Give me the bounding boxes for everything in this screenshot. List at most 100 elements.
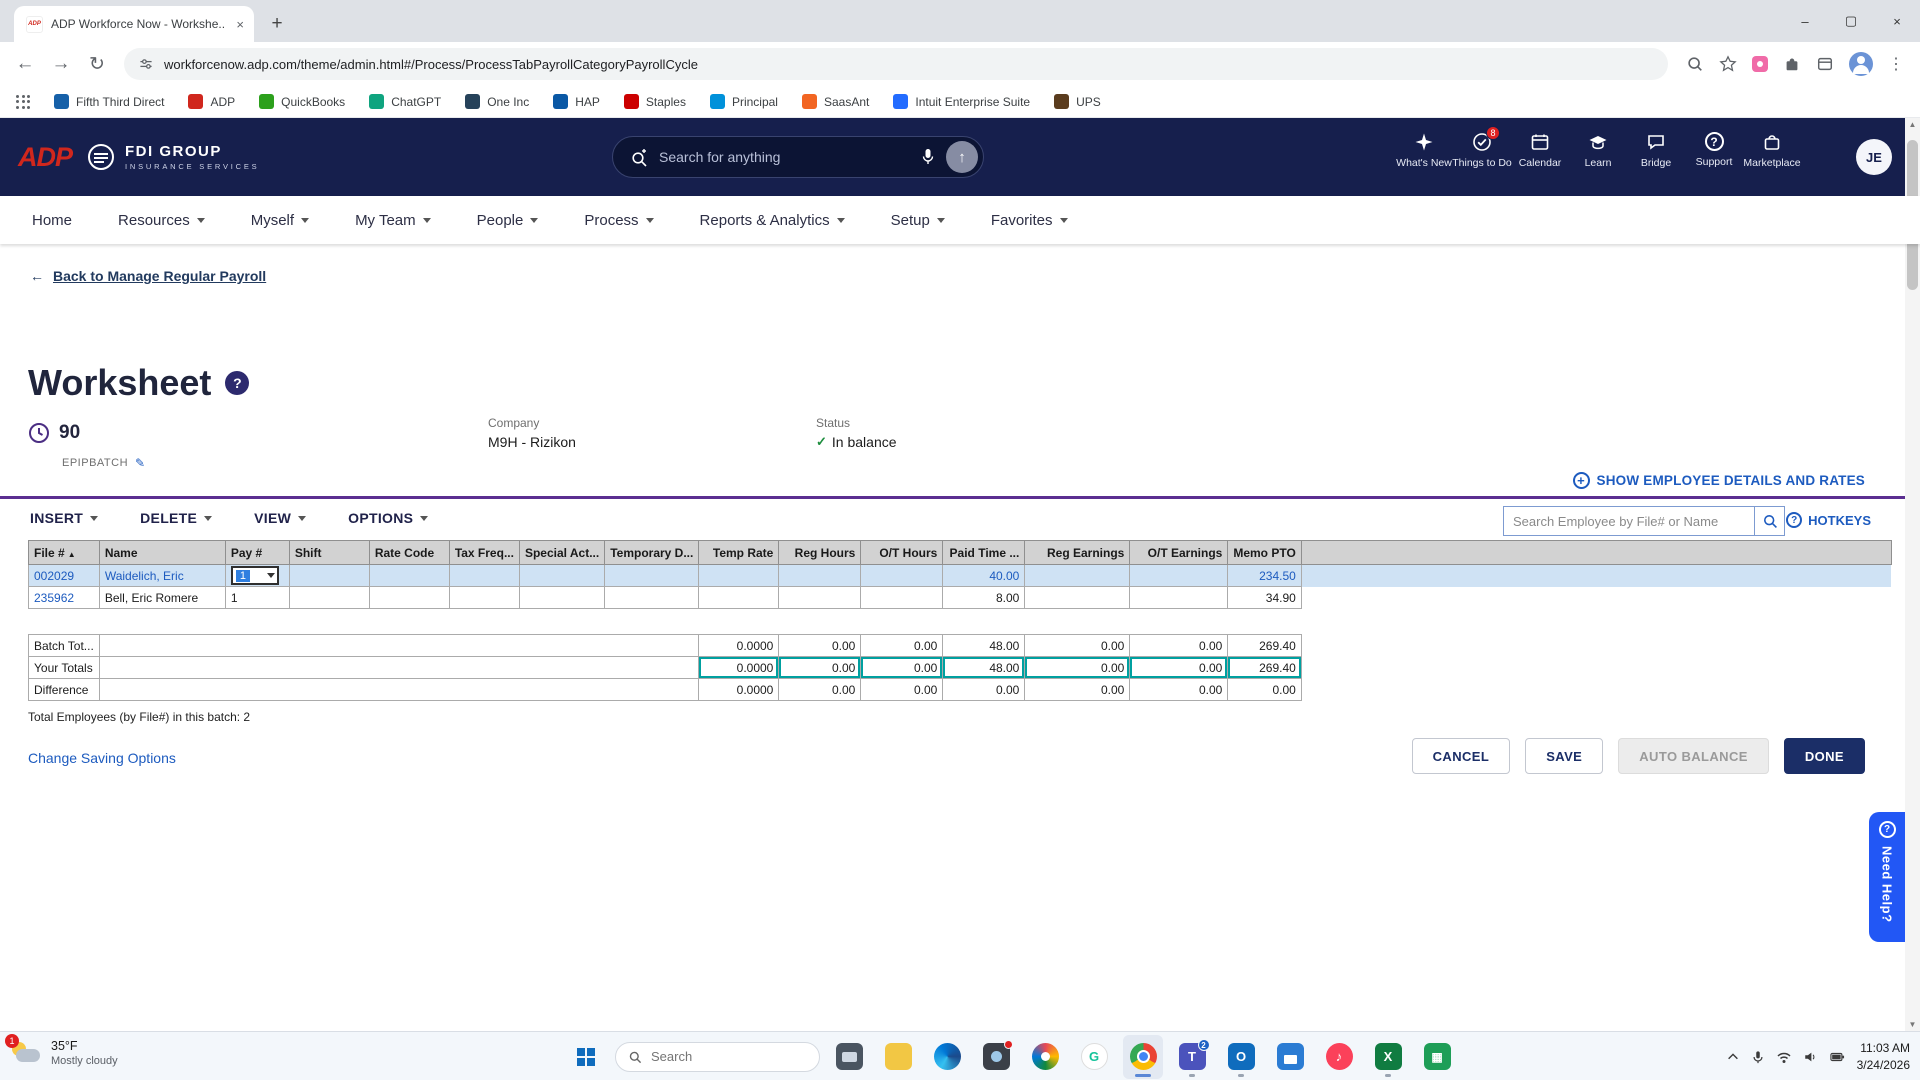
outlook-icon[interactable]: O: [1221, 1035, 1261, 1079]
nav-item-favorites[interactable]: Favorites: [991, 212, 1068, 229]
table-cell[interactable]: [605, 587, 699, 609]
need-help-tab[interactable]: ? Need Help?: [1869, 812, 1905, 942]
bookmark-item[interactable]: Staples: [624, 94, 686, 109]
column-header[interactable]: Memo PTO: [1228, 541, 1301, 565]
mic-tray-icon[interactable]: [1751, 1049, 1765, 1065]
marketplace-button[interactable]: Marketplace: [1744, 132, 1800, 169]
table-cell[interactable]: [1025, 587, 1130, 609]
table-cell[interactable]: 34.90: [1228, 587, 1301, 609]
back-to-payroll-link[interactable]: ← Back to Manage Regular Payroll: [30, 268, 266, 284]
cancel-button[interactable]: CANCEL: [1412, 738, 1511, 774]
browser-menu-icon[interactable]: ⋮: [1888, 54, 1904, 74]
nav-item-resources[interactable]: Resources: [118, 212, 205, 229]
show-employee-details-link[interactable]: + SHOW EMPLOYEE DETAILS AND RATES: [1573, 472, 1865, 489]
new-tab-button[interactable]: +: [264, 13, 290, 35]
music-app-icon[interactable]: ♪: [1319, 1035, 1359, 1079]
tab-close-icon[interactable]: ×: [234, 17, 246, 32]
bookmark-star-icon[interactable]: [1719, 55, 1737, 73]
bookmark-item[interactable]: SaasAnt: [802, 94, 869, 109]
table-cell[interactable]: [1130, 587, 1228, 609]
address-bar[interactable]: workforcenow.adp.com/theme/admin.html#/P…: [124, 48, 1668, 80]
window-close-icon[interactable]: ×: [1874, 0, 1920, 42]
table-cell[interactable]: [289, 565, 369, 587]
whats-new-button[interactable]: What's New: [1396, 132, 1452, 169]
calendar-button[interactable]: Calendar: [1512, 132, 1568, 169]
table-cell[interactable]: 234.50: [1228, 565, 1301, 587]
teams-icon[interactable]: T2: [1172, 1035, 1212, 1079]
mic-icon[interactable]: [920, 147, 936, 167]
help-icon[interactable]: ?: [225, 371, 249, 395]
edge-icon[interactable]: [927, 1035, 967, 1079]
table-cell[interactable]: [369, 565, 449, 587]
desktop-app-icon[interactable]: [829, 1035, 869, 1079]
hotkeys-button[interactable]: ? HOTKEYS: [1786, 512, 1871, 528]
table-cell[interactable]: [699, 565, 779, 587]
weather-widget[interactable]: 1 35°F Mostly cloudy: [10, 1038, 118, 1068]
adp-logo[interactable]: ADP: [18, 142, 72, 173]
table-cell[interactable]: [861, 587, 943, 609]
page-scrollbar[interactable]: ▲ ▼: [1905, 118, 1920, 1031]
bookmark-item[interactable]: HAP: [553, 94, 600, 109]
nav-item-home[interactable]: Home: [32, 212, 72, 229]
employee-search-input[interactable]: [1513, 514, 1745, 529]
column-header[interactable]: File #▲: [29, 541, 100, 565]
search-submit-icon[interactable]: ↑: [946, 141, 978, 173]
things-to-do-button[interactable]: 8 Things to Do: [1454, 132, 1510, 169]
excel-icon[interactable]: X: [1368, 1035, 1408, 1079]
nav-item-process[interactable]: Process: [584, 212, 653, 229]
bridge-button[interactable]: Bridge: [1628, 132, 1684, 169]
table-cell[interactable]: 40.00: [943, 565, 1025, 587]
sheets-app-icon[interactable]: ▦: [1417, 1035, 1457, 1079]
tune-icon[interactable]: [138, 56, 154, 72]
table-cell[interactable]: [449, 587, 519, 609]
table-cell[interactable]: [779, 565, 861, 587]
column-header[interactable]: O/T Earnings: [1130, 541, 1228, 565]
column-header[interactable]: Tax Freq...: [449, 541, 519, 565]
wifi-icon[interactable]: [1776, 1050, 1792, 1064]
bookmark-item[interactable]: Intuit Enterprise Suite: [893, 94, 1030, 109]
table-cell[interactable]: [861, 565, 943, 587]
table-cell[interactable]: Waidelich, Eric: [99, 565, 225, 587]
table-cell[interactable]: 235962: [29, 587, 100, 609]
column-header[interactable]: Shift: [289, 541, 369, 565]
bookmark-item[interactable]: ADP: [188, 94, 235, 109]
column-header[interactable]: Reg Hours: [779, 541, 861, 565]
taskbar-clock[interactable]: 11:03 AM 3/24/2026: [1857, 1040, 1910, 1072]
column-header[interactable]: Temporary D...: [605, 541, 699, 565]
delete-menu-button[interactable]: DELETE: [140, 510, 212, 526]
file-explorer-icon[interactable]: [878, 1035, 918, 1079]
employee-search-field[interactable]: [1503, 506, 1755, 536]
bookmark-item[interactable]: Fifth Third Direct: [54, 94, 164, 109]
browser-tab[interactable]: ADP ADP Workforce Now - Workshe... ×: [14, 6, 254, 42]
photos-app-icon[interactable]: [1025, 1035, 1065, 1079]
view-menu-button[interactable]: VIEW: [254, 510, 306, 526]
user-avatar[interactable]: JE: [1856, 139, 1892, 175]
battery-icon[interactable]: [1829, 1050, 1846, 1064]
table-cell[interactable]: 8.00: [943, 587, 1025, 609]
bookmark-item[interactable]: One Inc: [465, 94, 529, 109]
column-header[interactable]: Name: [99, 541, 225, 565]
table-cell[interactable]: [289, 587, 369, 609]
table-cell[interactable]: [449, 565, 519, 587]
nav-item-myself[interactable]: Myself: [251, 212, 309, 229]
employee-row[interactable]: 235962Bell, Eric Romere18.0034.90: [29, 587, 1892, 609]
browser-tools-icon[interactable]: [1816, 55, 1834, 73]
table-cell[interactable]: [519, 565, 604, 587]
chrome-icon[interactable]: [1123, 1035, 1163, 1079]
column-header[interactable]: Pay #: [225, 541, 289, 565]
table-cell[interactable]: [519, 587, 604, 609]
column-header[interactable]: Rate Code: [369, 541, 449, 565]
table-cell[interactable]: 002029: [29, 565, 100, 587]
adp-search-bar[interactable]: ↑: [612, 136, 984, 178]
forward-icon[interactable]: →: [44, 47, 78, 81]
pay-number-dropdown[interactable]: 1: [231, 566, 279, 585]
table-cell[interactable]: [605, 565, 699, 587]
zoom-icon[interactable]: [1686, 55, 1704, 73]
scroll-up-icon[interactable]: ▲: [1905, 120, 1920, 129]
done-button[interactable]: DONE: [1784, 738, 1865, 774]
nav-item-people[interactable]: People: [477, 212, 539, 229]
back-icon[interactable]: ←: [8, 47, 42, 81]
table-cell[interactable]: [1025, 565, 1130, 587]
profile-avatar[interactable]: [1849, 52, 1873, 76]
options-menu-button[interactable]: OPTIONS: [348, 510, 428, 526]
